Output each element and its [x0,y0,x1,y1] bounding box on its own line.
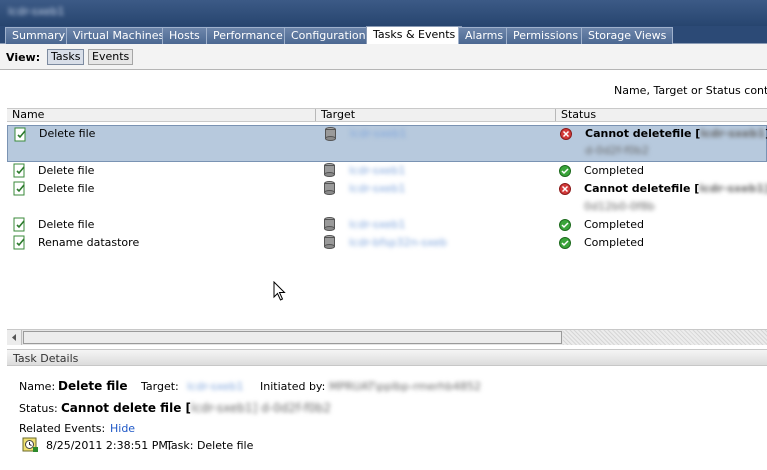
task-status: Completed [584,218,644,231]
task-status-detail: d-0d2f-f0b2 [585,144,650,157]
task-icon [14,127,26,142]
detail-name-value: Delete file [58,379,128,393]
task-name: Delete file [38,164,95,177]
tab-tasks-events[interactable]: Tasks & Events [366,26,463,44]
tab-strip: Summary Virtual Machines Hosts Performan… [0,26,767,44]
task-name: Delete file [38,218,95,231]
tab-alarms[interactable]: Alarms [458,27,511,44]
window-title-bar: lcdr-sxeb1 [0,0,767,26]
view-events-button[interactable]: Events [88,49,134,65]
success-icon [559,237,571,249]
event-clock-icon [22,437,38,452]
table-row[interactable]: Delete file lcdr-sxeb1 Cannot deletefile… [7,125,767,162]
column-status[interactable]: Status [556,109,767,121]
datastore-icon [324,181,335,195]
scroll-left-button[interactable] [7,330,22,345]
tab-permissions[interactable]: Permissions [506,27,586,44]
view-label: View: [6,51,41,64]
datastore-icon [324,217,335,231]
task-target-link[interactable]: lcdr-sxeb1 [349,164,406,177]
task-target-link[interactable]: lcdr-bfsp32n-sxeb [349,236,447,249]
tasks-grid-header: Name Target Status [7,108,767,122]
window-title: lcdr-sxeb1 [8,5,65,18]
task-status: Completed [584,236,644,249]
error-icon [559,183,571,195]
horizontal-scrollbar[interactable] [7,329,767,345]
success-icon [559,219,571,231]
mouse-cursor-icon [273,281,286,301]
table-row[interactable]: Delete file lcdr-sxeb1 Cannot deletefile… [7,180,767,216]
table-row[interactable]: Delete file lcdr-sxeb1 Completed [7,216,767,234]
task-target-link[interactable]: lcdr-sxeb1 [349,218,406,231]
tab-configuration[interactable]: Configuration [284,27,373,44]
detail-target-link[interactable]: lcdr-sxeb1 [187,380,244,393]
hide-related-link[interactable]: Hide [110,422,135,435]
column-target[interactable]: Target [316,109,556,121]
arrow-left-icon [12,334,16,341]
detail-related-label: Related Events: [19,422,106,435]
task-name: Rename datastore [38,236,140,249]
scrollbar-thumb[interactable] [23,331,562,344]
detail-target-label: Target: [141,380,179,393]
task-name: Delete file [38,182,95,195]
tab-hosts[interactable]: Hosts [162,27,207,44]
filter-label: Name, Target or Status contai [614,84,767,97]
task-status: Cannot deletefile [lcdr-sxeb1] 0d3 [584,182,767,195]
task-name: Delete file [39,127,96,140]
detail-status-value: Cannot delete file [lcdr-sxeb1] d-0d2f-f… [61,401,332,415]
datastore-icon [324,163,335,177]
table-row[interactable]: Delete file lcdr-sxeb1 Completed [7,162,767,180]
column-name[interactable]: Name [7,109,316,121]
task-target-link[interactable]: lcdr-sxeb1 [349,182,406,195]
datastore-icon [325,127,336,141]
task-status: Completed [584,164,644,177]
scrollbar-track[interactable] [563,330,767,345]
tab-summary[interactable]: Summary [5,27,73,44]
view-tasks-button[interactable]: Tasks [47,49,85,65]
event-timestamp: 8/25/2011 2:38:51 PM, [46,439,172,452]
datastore-icon [324,235,335,249]
tab-virtual-machines[interactable]: Virtual Machines [66,27,172,44]
error-icon [560,128,572,140]
task-icon [13,235,25,250]
detail-name-label: Name: [19,380,56,393]
detail-initiated-value: MPRUAT\pplbp-rmerhb4852 [329,380,481,393]
task-status: Cannot deletefile [lcdr-sxeb1] [585,127,767,140]
tab-performance[interactable]: Performance [206,27,290,44]
view-toolbar: View: Tasks Events [0,44,767,70]
task-icon [13,163,25,178]
task-details-title: Task Details [13,352,79,365]
event-text: Task: Delete file [166,439,254,452]
success-icon [559,165,571,177]
task-details-header: Task Details [7,349,767,366]
task-icon [13,181,25,196]
task-target-link[interactable]: lcdr-sxeb1 [350,127,407,140]
tab-storage-views[interactable]: Storage Views [581,27,674,44]
detail-initiated-label: Initiated by: [260,380,326,393]
table-row[interactable]: Rename datastore lcdr-bfsp32n-sxeb Compl… [7,234,767,252]
task-status-detail: 0d12b0-0f8b [584,200,655,213]
task-icon [13,217,25,232]
detail-status-label: Status: [19,402,58,415]
